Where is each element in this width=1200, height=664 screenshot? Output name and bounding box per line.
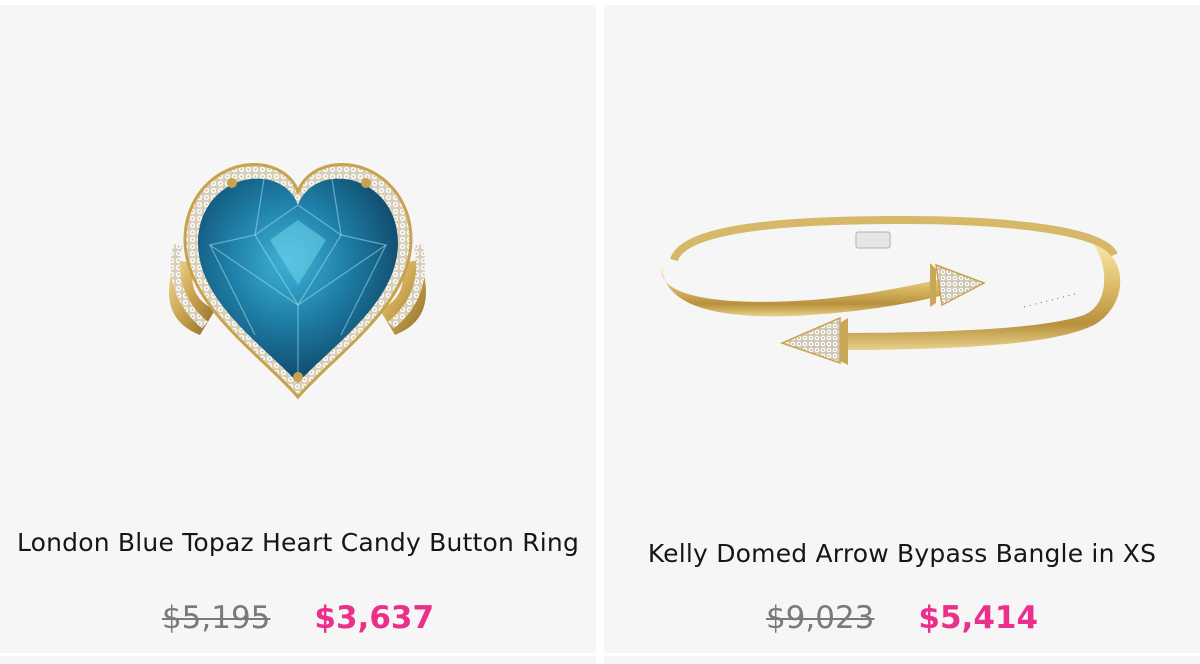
price-row: $5,195 $3,637 bbox=[0, 598, 596, 638]
price-row: $9,023 $5,414 bbox=[604, 598, 1200, 638]
product-title[interactable]: London Blue Topaz Heart Candy Button Rin… bbox=[14, 524, 582, 561]
next-row-cards-edge bbox=[0, 656, 1200, 664]
original-price: $5,195 bbox=[161, 600, 271, 636]
heart-topaz-ring-image[interactable] bbox=[0, 5, 596, 505]
card-gutter bbox=[596, 656, 604, 664]
product-card-arrow-bangle[interactable]: · · · · · · · · · · Kelly Domed Arrow By… bbox=[604, 5, 1200, 653]
product-title[interactable]: Kelly Domed Arrow Bypass Bangle in XS bbox=[618, 535, 1186, 572]
svg-text:· · · · · · · · · ·: · · · · · · · · · · bbox=[1022, 290, 1077, 313]
sale-price: $3,637 bbox=[314, 600, 435, 636]
product-card-heart-topaz-ring[interactable]: London Blue Topaz Heart Candy Button Rin… bbox=[0, 5, 596, 653]
arrow-bangle-image[interactable]: · · · · · · · · · · bbox=[604, 5, 1200, 505]
sale-price: $5,414 bbox=[918, 600, 1039, 636]
original-price: $9,023 bbox=[765, 600, 875, 636]
